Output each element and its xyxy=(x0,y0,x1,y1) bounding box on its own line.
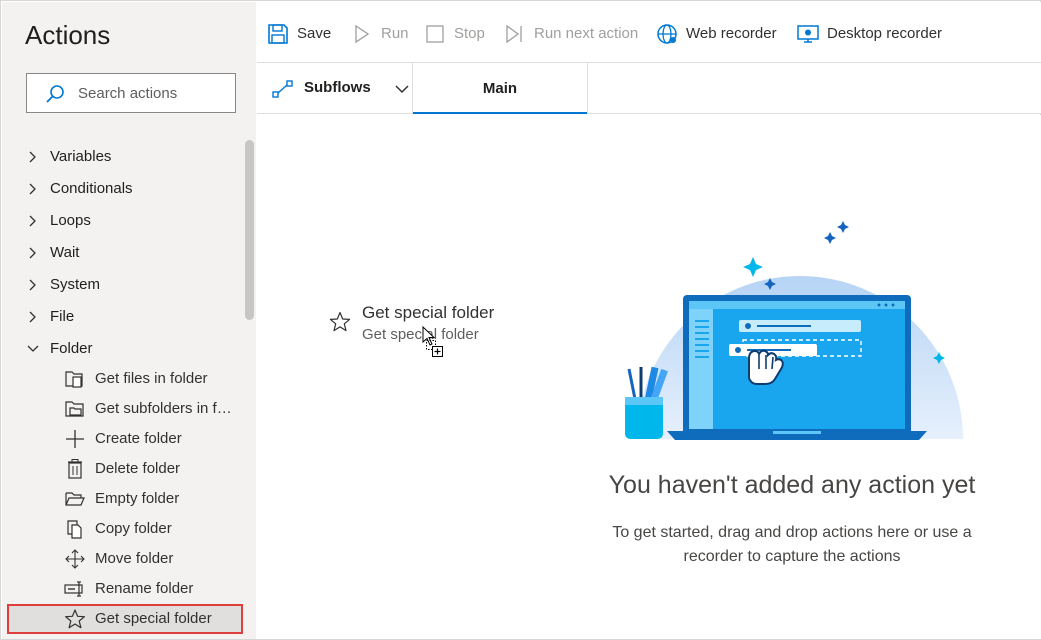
drag-preview-subtitle: Get special folder xyxy=(362,326,479,343)
chevron-right-icon xyxy=(29,151,36,163)
open-folder-icon xyxy=(65,492,85,506)
actions-panel-title: Actions xyxy=(25,20,111,50)
run-next-label: Run next action xyxy=(534,25,639,42)
subflows-dropdown[interactable]: Subflows xyxy=(272,77,409,101)
action-label: Get subfolders in folder xyxy=(95,400,235,417)
rename-icon xyxy=(64,581,83,597)
empty-state-illustration xyxy=(625,209,963,440)
action-empty-folder[interactable]: Empty folder xyxy=(62,485,242,513)
subfolders-icon xyxy=(65,401,84,417)
category-label: Loops xyxy=(50,212,91,229)
category-label: File xyxy=(50,308,75,325)
search-placeholder: Search actions xyxy=(78,85,178,102)
stop-label: Stop xyxy=(454,25,485,42)
plus-icon xyxy=(66,430,84,448)
chevron-right-icon xyxy=(29,247,36,259)
chevron-down-icon xyxy=(27,345,39,352)
chevron-down-icon xyxy=(395,85,409,94)
action-copy-folder[interactable]: Copy folder xyxy=(62,515,242,543)
category-label: Folder xyxy=(50,340,93,357)
action-label: Delete folder xyxy=(95,460,181,477)
step-icon xyxy=(506,24,522,44)
tab-main[interactable]: Main xyxy=(413,63,587,114)
chevron-right-icon xyxy=(29,279,36,291)
action-label: Copy folder xyxy=(95,520,172,537)
flow-tabs: Subflows Main xyxy=(257,63,1041,114)
web-recorder-label: Web recorder xyxy=(686,25,777,42)
action-label: Get files in folder xyxy=(95,370,208,387)
tab-divider xyxy=(587,63,588,114)
action-create-folder[interactable]: Create folder xyxy=(62,425,242,453)
chevron-right-icon xyxy=(29,311,36,323)
action-get-special-folder[interactable]: Get special folder xyxy=(62,605,242,633)
category-label: System xyxy=(50,276,101,293)
globe-icon xyxy=(657,24,677,44)
save-icon xyxy=(268,24,288,44)
action-label: Create folder xyxy=(95,430,182,447)
action-get-files-in-folder[interactable]: Get files in folder xyxy=(62,365,242,393)
tab-main-label: Main xyxy=(482,80,518,97)
action-label: Move folder xyxy=(95,550,174,567)
action-label: Rename folder xyxy=(95,580,194,597)
save-label: Save xyxy=(297,25,332,42)
stop-icon xyxy=(426,25,444,43)
chevron-right-icon xyxy=(29,215,36,227)
monitor-icon xyxy=(797,25,819,43)
empty-state-description: To get started, drag and drop actions he… xyxy=(612,524,972,565)
action-get-subfolders-in-folder[interactable]: Get subfolders in folder xyxy=(62,395,242,423)
active-tab-indicator xyxy=(413,112,587,114)
move-icon xyxy=(65,549,85,569)
app-window: Actions Search actions Variables Conditi… xyxy=(0,0,1041,640)
category-label: Variables xyxy=(50,148,112,165)
subflows-icon xyxy=(272,80,293,98)
action-label: Get special folder xyxy=(95,610,212,627)
drag-preview-title: Get special folder xyxy=(362,303,495,322)
desktop-recorder-label: Desktop recorder xyxy=(827,25,943,42)
copy-icon xyxy=(67,520,82,539)
search-icon xyxy=(46,85,64,103)
empty-state-title: You haven't added any action yet xyxy=(608,471,976,499)
category-label: Conditionals xyxy=(50,180,133,197)
action-move-folder[interactable]: Move folder xyxy=(62,545,242,573)
panel-scrollbar[interactable] xyxy=(245,140,254,320)
action-label: Empty folder xyxy=(95,490,180,507)
designer-toolbar: Save Run Stop Run next action Web record… xyxy=(257,2,1041,63)
action-delete-folder[interactable]: Delete folder xyxy=(62,455,242,483)
star-icon xyxy=(329,311,351,332)
actions-panel: Actions Search actions Variables Conditi… xyxy=(2,2,256,639)
category-label: Wait xyxy=(50,244,80,261)
search-actions-input[interactable]: Search actions xyxy=(26,73,236,113)
trash-icon xyxy=(68,459,82,479)
star-icon xyxy=(65,609,85,629)
drag-cursor-icon xyxy=(422,326,443,357)
play-icon xyxy=(355,24,370,44)
action-rename-folder[interactable]: Rename folder xyxy=(62,575,242,603)
chevron-right-icon xyxy=(29,183,36,195)
files-icon xyxy=(65,371,83,388)
run-label: Run xyxy=(381,25,409,42)
subflows-label: Subflows xyxy=(304,79,371,96)
